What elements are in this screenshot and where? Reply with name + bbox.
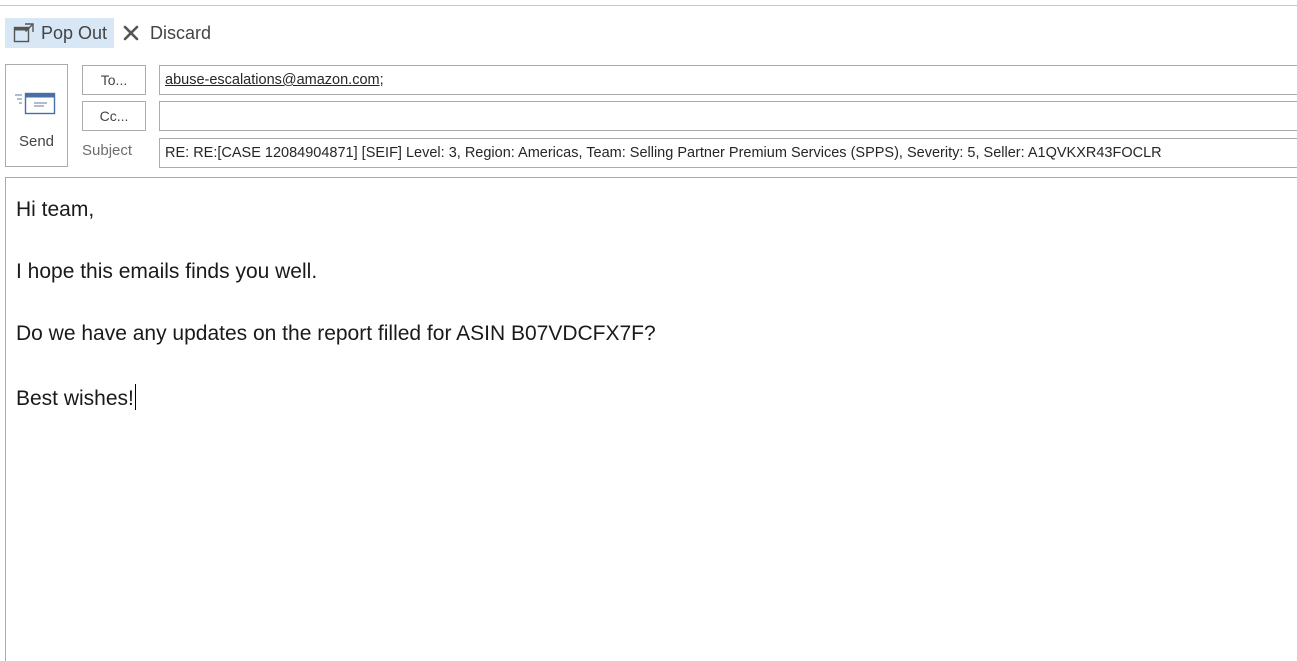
subject-label: Subject (82, 142, 133, 159)
cc-field[interactable] (159, 101, 1297, 131)
popout-button[interactable]: Pop Out (5, 18, 114, 48)
body-line-signoff: Best wishes! (16, 384, 136, 411)
recipient-separator: ; (379, 72, 384, 88)
send-label: Send (18, 133, 55, 150)
subject-field[interactable]: RE: RE:[CASE 12084904871] [SEIF] Level: … (159, 138, 1297, 168)
popout-icon (13, 22, 35, 44)
signoff-text: Best wishes! (16, 387, 134, 410)
recipient-chip[interactable]: abuse-escalations@amazon.com (165, 72, 380, 88)
discard-button[interactable]: Discard (122, 18, 211, 48)
popout-label: Pop Out (41, 22, 108, 43)
message-body[interactable]: Hi team, I hope this emails finds you we… (5, 177, 1297, 661)
to-button[interactable]: To... (82, 65, 146, 95)
title-strip (0, 0, 1297, 6)
body-line-greeting: Hi team, (16, 198, 95, 221)
text-caret (134, 384, 136, 410)
compose-window: Pop Out Discard Send To... Cc... Subject (0, 0, 1297, 661)
body-line-wellwish: I hope this emails finds you well. (16, 260, 318, 283)
send-button[interactable]: Send (5, 64, 68, 167)
envelope-send-icon (15, 89, 59, 117)
discard-label: Discard (150, 22, 212, 43)
body-line-question: Do we have any updates on the report fil… (16, 322, 656, 345)
cc-button[interactable]: Cc... (82, 101, 146, 131)
to-field[interactable]: abuse-escalations@amazon.com; (159, 65, 1297, 95)
close-icon (122, 24, 140, 42)
